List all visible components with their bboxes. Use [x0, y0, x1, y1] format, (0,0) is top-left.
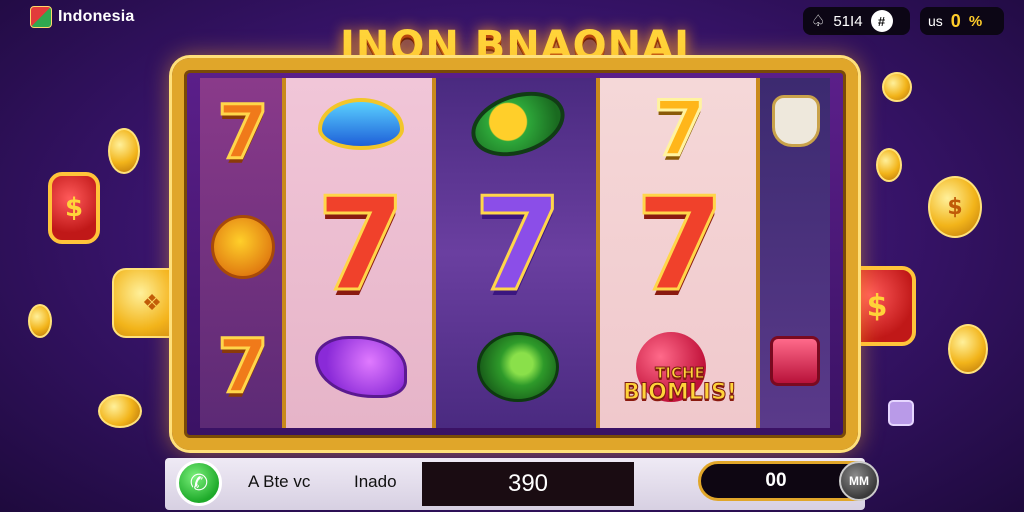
coin-icon [28, 304, 52, 338]
win-value-display: 390 [422, 462, 634, 506]
dollar-glyph: $ [64, 193, 84, 223]
dollar-glyph: $ [866, 288, 888, 324]
coin-icon: $ [928, 176, 982, 238]
reel-2: 7 [286, 78, 436, 428]
symbol-skull-icon [766, 88, 826, 154]
symbol-lion-face-icon [204, 206, 282, 288]
symbol-bonus: TICHE BIOMLIS! [610, 328, 750, 418]
coin-icon [876, 148, 902, 182]
bonus-top-text: TICHE [655, 363, 706, 382]
symbol-green-swirl-icon [466, 322, 570, 412]
symbol-seven: 7 [614, 176, 746, 316]
dice-icon [888, 400, 914, 426]
symbol-seven: 7 [210, 322, 276, 412]
symbol-seven: 7 [210, 88, 276, 178]
currency-label: us [928, 13, 943, 29]
reel-1: 7 7 [200, 78, 286, 428]
seven-glyph: 7 [472, 171, 564, 320]
coin-icon [948, 324, 988, 374]
seven-glyph: 7 [652, 84, 708, 173]
phone-button[interactable]: ✆ [176, 460, 222, 506]
balance-hud: ♤ 51I4 # [803, 7, 910, 35]
brand[interactable]: Indonesia [30, 6, 134, 28]
symbol-seven: 7 [454, 176, 582, 316]
bottom-label-b: Inado [354, 472, 397, 491]
flag-icon [30, 6, 52, 28]
brand-name: Indonesia [58, 8, 135, 25]
coin-icon [108, 128, 140, 174]
dollar-badge-icon: $ [48, 172, 100, 244]
bonus-label: TICHE BIOMLIS! [623, 363, 738, 406]
coin-icon [98, 394, 142, 428]
symbol-flower-bell-icon [308, 324, 414, 410]
stake-control[interactable]: 00 MM [698, 461, 879, 501]
stake-value: 00 [765, 470, 787, 491]
bonus-main-text: BIOMLIS! [623, 380, 738, 406]
reels: 7 7 7 7 7 7 TICHE BIOMLIS! [200, 78, 830, 428]
currency-hud: us 0 % [920, 7, 1004, 35]
reel-5 [760, 78, 830, 428]
seven-glyph: 7 [216, 90, 270, 176]
symbol-leaf-icon [463, 80, 573, 168]
coin-icon [882, 72, 912, 102]
bottom-label-a: A Bte vc [248, 472, 311, 491]
spade-icon: ♤ [811, 13, 826, 30]
symbol-seven-gold: 7 [628, 84, 732, 174]
symbol-treasure-icon [764, 326, 826, 396]
seven-glyph: 7 [315, 171, 407, 320]
seven-glyph: 7 [634, 171, 726, 320]
seven-glyph: 7 [216, 324, 270, 410]
phone-icon: ✆ [189, 470, 209, 495]
balance-text: 51I4 [833, 12, 863, 30]
stake-button[interactable]: MM [839, 461, 879, 501]
symbol-seven: 7 [298, 176, 424, 316]
symbol-fish-icon [314, 84, 408, 164]
reel-3: 7 [436, 78, 600, 428]
hud-menu-button[interactable]: # [870, 10, 893, 32]
link-icon[interactable]: % [969, 13, 982, 30]
reel-4: 7 7 TICHE BIOMLIS! [600, 78, 760, 428]
currency-value: 0 [950, 10, 961, 31]
